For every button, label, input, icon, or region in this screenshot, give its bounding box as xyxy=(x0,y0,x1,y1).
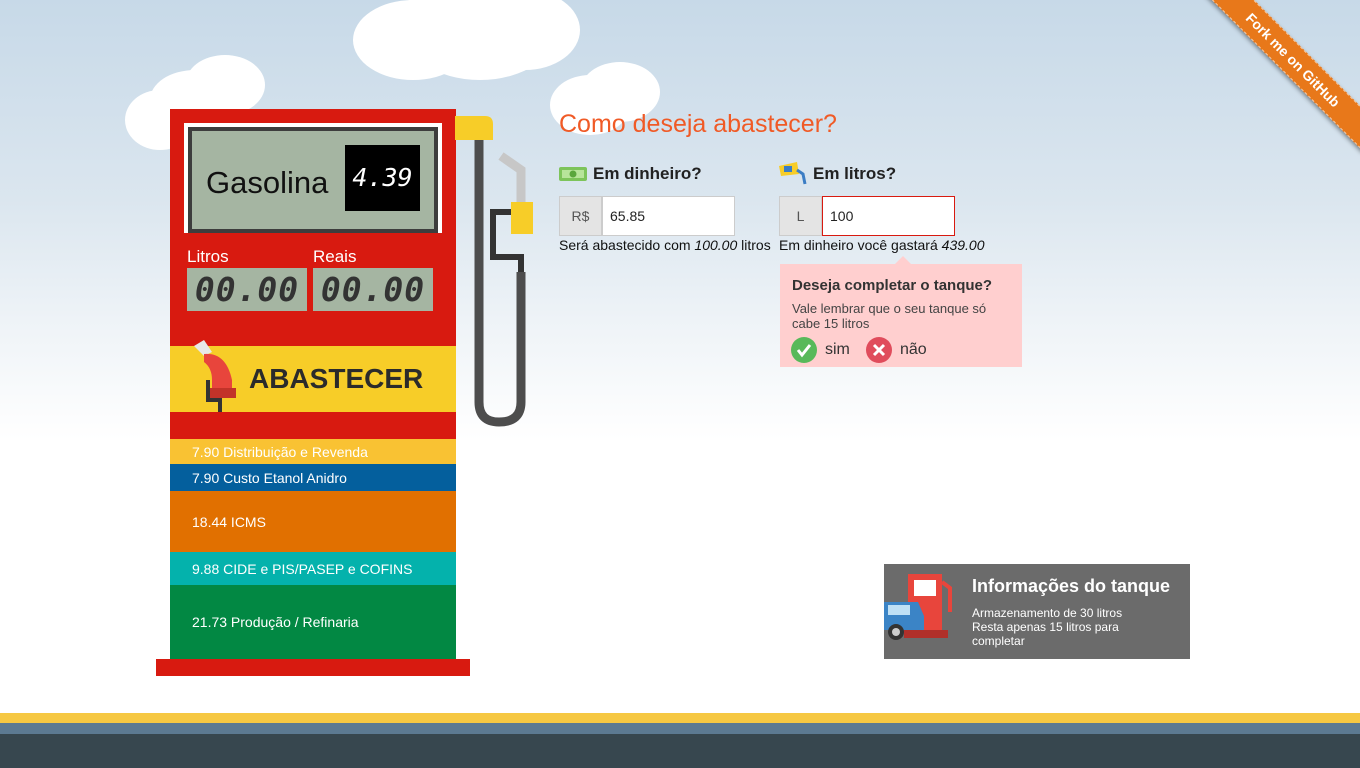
tank-remaining: Resta apenas 15 litros para completar xyxy=(972,620,1119,648)
fuel-can-icon xyxy=(779,162,807,185)
cost-bar-label: 7.90 Custo Etanol Anidro xyxy=(192,469,347,486)
page-title: Como deseja abastecer? xyxy=(559,110,837,138)
no-button[interactable]: não xyxy=(866,337,927,363)
ground-stripe xyxy=(0,713,1360,723)
popup-text: Vale lembrar que o seu tanque só cabe 15… xyxy=(792,301,987,331)
currency-prefix: R$ xyxy=(559,196,602,236)
fuel-name: Gasolina xyxy=(206,165,329,200)
tank-info-title: Informações do tanque xyxy=(972,576,1171,596)
liters-label: Litros xyxy=(187,247,229,266)
liters-input[interactable] xyxy=(822,196,955,236)
fuel-pump: Gasolina 4.39 Litros Reais 00.00 00.00 A… xyxy=(170,109,456,439)
cost-bar-label: 21.73 Produção / Refinaria xyxy=(192,614,359,630)
price-display: Gasolina 4.39 xyxy=(184,123,442,233)
reais-label: Reais xyxy=(313,247,357,266)
cost-bar-icms: 18.44 ICMS xyxy=(170,491,456,552)
reais-meter: 00.00 xyxy=(313,268,433,311)
fuel-price: 4.39 xyxy=(345,145,420,211)
yes-button[interactable]: sim xyxy=(791,337,850,363)
tank-capacity: Armazenamento de 30 litros xyxy=(972,606,1123,620)
liters-meter: 00.00 xyxy=(187,268,307,311)
money-hint-value: 100.00 xyxy=(694,237,738,253)
fuel-nozzle-icon xyxy=(194,340,236,412)
fill-tank-popup: Deseja completar o tanque? Vale lembrar … xyxy=(780,256,1022,367)
github-ribbon[interactable]: Fork me on GitHub xyxy=(1200,0,1360,160)
popup-title: Deseja completar o tanque? xyxy=(792,277,993,294)
ground-stripe xyxy=(0,723,1360,734)
close-icon[interactable] xyxy=(866,337,892,363)
money-icon xyxy=(559,167,587,181)
cost-bar-label: 18.44 ICMS xyxy=(192,513,266,530)
cost-bar-label: 9.88 CIDE e PIS/PASEP e COFINS xyxy=(192,560,413,577)
liters-option-label: Em litros? xyxy=(813,164,897,183)
pump-hose xyxy=(455,116,533,427)
yes-label[interactable]: sim xyxy=(825,341,850,359)
liters-hint-value: 439.00 xyxy=(941,237,985,253)
cost-bar-cide: 9.88 CIDE e PIS/PASEP e COFINS xyxy=(170,552,456,585)
no-label[interactable]: não xyxy=(900,341,927,359)
tank-info-panel: Informações do tanque Armazenamento de 3… xyxy=(884,564,1190,659)
cost-bar-production: 21.73 Produção / Refinaria xyxy=(170,585,456,659)
money-hint: Será abastecido com 100.00 litros xyxy=(559,237,771,253)
check-icon[interactable] xyxy=(791,337,817,363)
liters-prefix: L xyxy=(779,196,822,236)
github-ribbon-label[interactable]: Fork me on GitHub xyxy=(1201,0,1360,152)
cost-bar-ethanol: 7.90 Custo Etanol Anidro xyxy=(170,464,456,491)
fill-button[interactable]: ABASTECER xyxy=(170,340,456,412)
fill-button-label[interactable]: ABASTECER xyxy=(249,363,423,395)
cost-bar-distribution: 7.90 Distribuição e Revenda xyxy=(170,439,456,464)
pump-base xyxy=(156,659,470,676)
money-label: Em dinheiro? xyxy=(593,164,702,183)
car-fuel-icon xyxy=(884,574,952,640)
liters-hint: Em dinheiro você gastará 439.00 xyxy=(779,237,985,253)
cost-bar-label: 7.90 Distribuição e Revenda xyxy=(192,443,368,460)
ground xyxy=(0,734,1360,768)
money-input[interactable] xyxy=(602,196,735,236)
